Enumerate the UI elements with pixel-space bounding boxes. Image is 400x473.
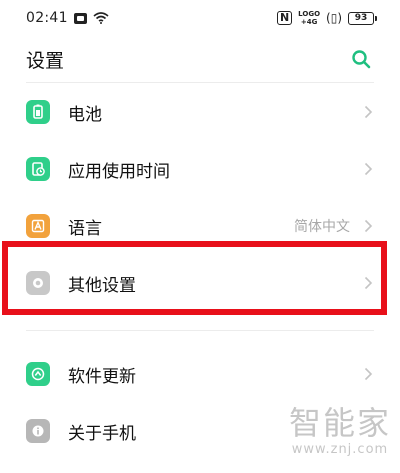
page-title: 设置 bbox=[26, 49, 65, 72]
settings-item-label: 应用使用时间 bbox=[68, 161, 170, 182]
settings-item-app-usage[interactable]: 应用使用时间 bbox=[0, 141, 400, 197]
chevron-right-icon bbox=[362, 161, 374, 177]
header-divider bbox=[26, 82, 374, 83]
chevron-right-icon bbox=[362, 104, 374, 120]
battery-icon bbox=[26, 100, 50, 124]
settings-item-label: 电池 bbox=[68, 104, 102, 125]
app-usage-icon bbox=[26, 157, 50, 181]
chevron-right-icon bbox=[362, 366, 374, 382]
vibrate-icon: (▯) bbox=[326, 11, 342, 25]
lte-bottom: +4G bbox=[300, 18, 318, 26]
about-phone-icon bbox=[26, 419, 50, 443]
settings-item-software-update[interactable]: 软件更新 bbox=[0, 346, 400, 402]
settings-item-battery[interactable]: 电池 bbox=[0, 84, 400, 140]
nfc-icon: N bbox=[276, 11, 293, 25]
wifi-icon bbox=[93, 12, 109, 24]
software-update-icon bbox=[26, 362, 50, 386]
battery-indicator: 93 bbox=[348, 11, 377, 25]
message-icon bbox=[73, 12, 87, 24]
lte-top: LOGO bbox=[298, 10, 321, 18]
watermark-main: 智能家 bbox=[288, 404, 391, 442]
watermark: 智能家 www.znj.com bbox=[285, 404, 395, 470]
settings-header: 设置 bbox=[0, 36, 400, 82]
status-left: 02:41 bbox=[26, 10, 109, 26]
chevron-right-icon bbox=[362, 218, 374, 234]
language-icon bbox=[26, 214, 50, 238]
status-bar: 02:41 N LOGO +4G (▯) 93 bbox=[0, 0, 400, 36]
language-value: 简体中文 bbox=[294, 219, 350, 235]
section-divider bbox=[26, 330, 374, 331]
search-button[interactable] bbox=[348, 46, 374, 72]
status-time: 02:41 bbox=[26, 10, 68, 26]
watermark-url: www.znj.com bbox=[291, 442, 389, 457]
settings-item-label: 语言 bbox=[68, 218, 102, 239]
lte-indicator: LOGO +4G bbox=[298, 10, 320, 26]
settings-item-label: 软件更新 bbox=[68, 366, 136, 387]
status-right: N LOGO +4G (▯) 93 bbox=[276, 10, 377, 26]
search-icon bbox=[352, 50, 371, 69]
highlight-box bbox=[2, 241, 387, 315]
